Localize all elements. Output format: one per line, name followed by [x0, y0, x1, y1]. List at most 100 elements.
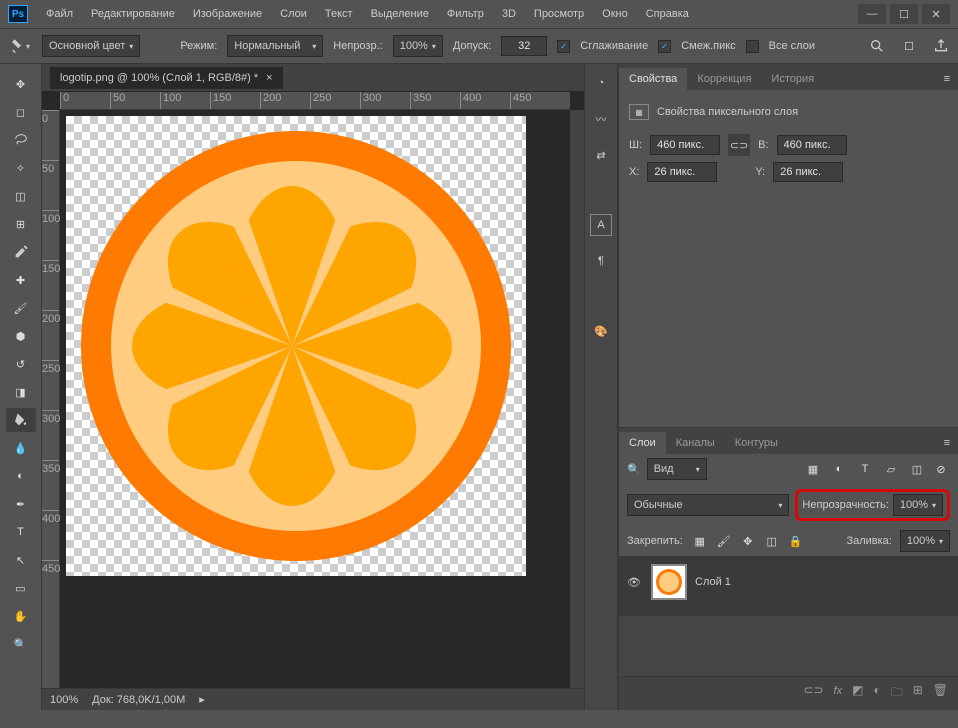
- layer-name[interactable]: Слой 1: [695, 576, 731, 588]
- link-dimensions-icon[interactable]: ⊂⊃: [728, 134, 750, 156]
- menu-file[interactable]: Файл: [38, 4, 81, 24]
- lock-transparency-icon[interactable]: ▦: [691, 532, 709, 550]
- menu-3d[interactable]: 3D: [494, 4, 524, 24]
- width-input[interactable]: [650, 135, 720, 155]
- stamp-tool[interactable]: ⬢: [6, 324, 36, 348]
- tab-properties[interactable]: Свойства: [619, 68, 687, 90]
- history-brush-tool[interactable]: ↺: [6, 352, 36, 376]
- new-layer-icon[interactable]: ⊞: [913, 683, 923, 704]
- contiguous-checkbox[interactable]: ✓: [658, 40, 671, 53]
- ruler-vertical[interactable]: 050100150200250300350400450: [42, 110, 60, 688]
- lock-image-icon[interactable]: 🖌: [715, 532, 733, 550]
- link-layers-icon[interactable]: ⊂⊃: [803, 683, 823, 704]
- layer-opacity-input[interactable]: 100%▾: [893, 494, 943, 516]
- tool-preset-icon[interactable]: ▾: [8, 34, 32, 58]
- lasso-tool[interactable]: [6, 128, 36, 152]
- menu-filter[interactable]: Фильтр: [439, 4, 492, 24]
- layer-filter-dropdown[interactable]: Вид▾: [647, 458, 707, 480]
- filter-type-icon[interactable]: T: [856, 460, 874, 478]
- magic-wand-tool[interactable]: ✧: [6, 156, 36, 180]
- tab-history[interactable]: История: [761, 68, 824, 90]
- healing-tool[interactable]: ✚: [6, 268, 36, 292]
- history-panel-icon[interactable]: ◔: [590, 72, 612, 94]
- zoom-tool[interactable]: 🔍: [6, 632, 36, 656]
- height-input[interactable]: [777, 135, 847, 155]
- blend-mode-layer-dropdown[interactable]: Обычные▾: [627, 494, 789, 516]
- canvas[interactable]: [60, 110, 570, 688]
- dodge-tool[interactable]: ◐: [6, 464, 36, 488]
- menu-layers[interactable]: Слои: [272, 4, 315, 24]
- menu-text[interactable]: Текст: [317, 4, 361, 24]
- layer-fill-input[interactable]: 100%▾: [900, 530, 950, 552]
- panel-menu-icon[interactable]: ≡: [936, 68, 958, 90]
- antialias-checkbox[interactable]: ✓: [557, 40, 570, 53]
- marquee-tool[interactable]: ◻: [6, 100, 36, 124]
- doc-size[interactable]: Док: 768,0K/1,00M: [92, 694, 185, 706]
- filter-smart-icon[interactable]: ◫: [908, 460, 926, 478]
- tab-channels[interactable]: Каналы: [666, 432, 725, 454]
- brush-settings-icon[interactable]: ⇄: [590, 144, 612, 166]
- menu-help[interactable]: Справка: [638, 4, 697, 24]
- filter-toggle-icon[interactable]: ⊘: [932, 460, 950, 478]
- all-layers-checkbox[interactable]: [746, 40, 759, 53]
- eraser-tool[interactable]: ◨: [6, 380, 36, 404]
- layer-mask-icon[interactable]: ◩: [852, 683, 863, 704]
- opacity-label: Непрозр.:: [333, 40, 382, 52]
- zoom-level[interactable]: 100%: [50, 694, 78, 706]
- move-tool[interactable]: ✥: [6, 72, 36, 96]
- tab-layers[interactable]: Слои: [619, 432, 666, 454]
- menu-view[interactable]: Просмотр: [526, 4, 592, 24]
- menu-window[interactable]: Окно: [594, 4, 636, 24]
- workspace-icon[interactable]: ☐: [900, 37, 918, 55]
- crop-tool[interactable]: ◫: [6, 184, 36, 208]
- lock-position-icon[interactable]: ✥: [739, 532, 757, 550]
- blur-tool[interactable]: 💧: [6, 436, 36, 460]
- pen-tool[interactable]: ✒: [6, 492, 36, 516]
- blend-mode-dropdown[interactable]: Нормальный▾: [227, 35, 323, 57]
- lock-artboard-icon[interactable]: ◫: [763, 532, 781, 550]
- search-icon[interactable]: [868, 37, 886, 55]
- color-panel-icon[interactable]: 🎨: [590, 320, 612, 342]
- minimize-button[interactable]: —: [858, 4, 886, 24]
- layer-thumbnail[interactable]: [651, 564, 687, 600]
- ruler-horizontal[interactable]: 050100150200250300350400450: [60, 92, 570, 110]
- shape-tool[interactable]: ▭: [6, 576, 36, 600]
- type-tool[interactable]: T: [6, 520, 36, 544]
- adjustment-layer-icon[interactable]: ◐: [873, 683, 880, 704]
- path-tool[interactable]: ↖: [6, 548, 36, 572]
- group-icon[interactable]: 🗀: [891, 683, 903, 704]
- character-panel-icon[interactable]: A: [590, 214, 612, 236]
- hand-tool[interactable]: ✋: [6, 604, 36, 628]
- close-tab-icon[interactable]: ×: [266, 72, 272, 84]
- tab-adjustments[interactable]: Коррекция: [687, 68, 761, 90]
- tolerance-input[interactable]: [501, 36, 547, 56]
- lock-all-icon[interactable]: 🔒: [787, 532, 805, 550]
- opacity-input[interactable]: 100%▾: [393, 35, 443, 57]
- delete-layer-icon[interactable]: 🗑: [933, 683, 948, 704]
- menu-select[interactable]: Выделение: [363, 4, 437, 24]
- filter-shape-icon[interactable]: ▱: [882, 460, 900, 478]
- paragraph-panel-icon[interactable]: ¶: [590, 250, 612, 272]
- tab-paths[interactable]: Контуры: [725, 432, 788, 454]
- share-icon[interactable]: [932, 37, 950, 55]
- eyedropper-tool[interactable]: [6, 240, 36, 264]
- filter-adjustment-icon[interactable]: ◐: [830, 460, 848, 478]
- y-input[interactable]: [773, 162, 843, 182]
- close-button[interactable]: ✕: [922, 4, 950, 24]
- layer-style-icon[interactable]: fx: [834, 683, 843, 704]
- filter-pixel-icon[interactable]: ▦: [804, 460, 822, 478]
- document-tab[interactable]: logotip.png @ 100% (Слой 1, RGB/8#) * ×: [50, 67, 283, 89]
- menu-edit[interactable]: Редактирование: [83, 4, 183, 24]
- brushes-panel-icon[interactable]: 〰: [590, 108, 612, 130]
- frame-tool[interactable]: ⊞: [6, 212, 36, 236]
- brush-tool[interactable]: 🖌: [6, 296, 36, 320]
- x-input[interactable]: [647, 162, 717, 182]
- layers-panel-menu-icon[interactable]: ≡: [936, 432, 958, 454]
- layer-visibility-icon[interactable]: 👁: [627, 576, 643, 589]
- scrollbar-vertical[interactable]: [570, 110, 584, 688]
- fill-source-dropdown[interactable]: Основной цвет▾: [42, 35, 140, 57]
- bucket-tool[interactable]: [6, 408, 36, 432]
- maximize-button[interactable]: ☐: [890, 4, 918, 24]
- menu-image[interactable]: Изображение: [185, 4, 270, 24]
- layer-item[interactable]: 👁 Слой 1: [619, 560, 958, 604]
